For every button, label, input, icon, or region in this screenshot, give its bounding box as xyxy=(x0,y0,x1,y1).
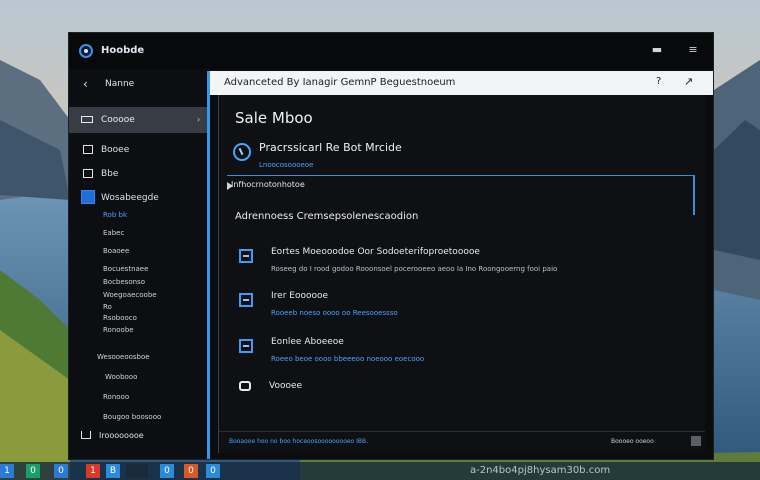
sidebar-subitem[interactable]: Woegoaecoobe xyxy=(103,291,157,299)
status-text[interactable]: Booaooe hoo no boo hoceoosooooooooeo IBB… xyxy=(229,438,368,445)
focused-option-box[interactable]: Infhocrnotonhotoe xyxy=(227,175,695,215)
folder-icon xyxy=(81,431,91,439)
app-title: Hoobde xyxy=(101,45,145,56)
group-title: Adrennoess Cremsepsolenescaodion xyxy=(235,211,419,222)
sidebar-item-active[interactable]: Cooooe › xyxy=(69,107,207,133)
help-icon[interactable]: ? xyxy=(656,76,661,87)
square-icon xyxy=(83,145,93,154)
settings-content: Sale Mboo Pracrssicarl Re Bot Mrcide Lno… xyxy=(218,95,705,453)
taskbar: 1 0 0 1 B 0 0 0 a-2n4bo4pj8hysam30b.com xyxy=(0,462,760,480)
sidebar-subitem[interactable]: Rsobooco xyxy=(103,314,137,322)
sidebar-subitem[interactable]: Ronooo xyxy=(103,393,129,401)
sidebar-subitem[interactable]: Eabec xyxy=(103,229,124,237)
menu-icon[interactable]: ≡ xyxy=(685,43,701,57)
main-header-title: Advanceted By Ianagir GemnP Beguestnoeum xyxy=(224,77,456,88)
feature-icon xyxy=(233,143,251,161)
main-panel: Advanceted By Ianagir GemnP Beguestnoeum… xyxy=(207,71,713,459)
minimize-icon[interactable]: ▬ xyxy=(649,43,665,57)
sidebar-item-1[interactable]: Bbe xyxy=(69,165,207,185)
chevron-right-icon: › xyxy=(197,115,201,124)
section-title: Sale Mboo xyxy=(235,109,313,127)
sidebar-subitem[interactable]: Boaoee xyxy=(103,247,129,255)
sidebar-subitem[interactable]: Bougoo boosooo xyxy=(103,413,161,421)
expand-icon[interactable]: ↗ xyxy=(684,75,693,88)
sidebar-bottom-item[interactable]: Iroooooooe xyxy=(69,427,207,451)
sidebar-bottom-label: Iroooooooe xyxy=(99,431,144,440)
sidebar-item-label: Wosabeegde xyxy=(101,193,159,203)
app-window: Hoobde ▬ ≡ ‹ Nanne Cooooe › Booee Bbe Wo… xyxy=(68,32,714,460)
setting-row-title[interactable]: Irer Eoooooe xyxy=(271,291,328,301)
setting-row-icon xyxy=(239,339,253,353)
title-bar: Hoobde ▬ ≡ xyxy=(69,33,713,69)
setting-row-desc: Rooeeb noeso oooo oo Reesooessso xyxy=(271,309,398,317)
setting-row-icon xyxy=(239,293,253,307)
blue-square-icon xyxy=(81,190,95,204)
sidebar-back-label: Nanne xyxy=(105,79,135,89)
taskbar-app-icon[interactable]: 1 xyxy=(86,464,100,478)
setting-row-title[interactable]: Eonlee Aboeeoe xyxy=(271,337,344,347)
sidebar-item-0[interactable]: Booee xyxy=(69,141,207,161)
taskbar-app-icon[interactable]: 0 xyxy=(184,464,198,478)
setting-row-desc: Roeeo beoe oooo bbeeeoo noeooo eoecooo xyxy=(271,355,425,363)
sidebar-subitem[interactable]: Bocuestnaee xyxy=(103,265,148,273)
setting-row-desc: Roseeg do I rood godoo Rooonsoel poceroo… xyxy=(271,265,558,273)
sidebar-subitem[interactable]: Ro xyxy=(103,303,112,311)
watermark-text: a-2n4bo4pj8hysam30b.com xyxy=(470,465,611,476)
sidebar-item-label: Bbe xyxy=(101,169,119,179)
sidebar: ‹ Nanne Cooooe › Booee Bbe Wosabeegde Ro… xyxy=(69,69,207,459)
sidebar-subitem[interactable]: Rob bk xyxy=(103,211,127,219)
taskbar-app-icon[interactable]: 0 xyxy=(206,464,220,478)
sidebar-subitem[interactable]: Wesooeoosboe xyxy=(97,353,150,361)
sidebar-item-label: Booee xyxy=(101,145,130,155)
focused-option-label: Infhocrnotonhotoe xyxy=(231,180,305,189)
main-header: Advanceted By Ianagir GemnP Beguestnoeum… xyxy=(210,71,713,95)
setting-row-icon xyxy=(239,249,253,263)
app-logo-icon xyxy=(79,44,93,58)
sidebar-subitem[interactable]: Ronoobe xyxy=(103,326,134,334)
taskbar-app-icon[interactable] xyxy=(126,464,148,478)
sidebar-subitem[interactable]: Bocbesonso xyxy=(103,278,145,286)
status-right-text: Boooeo ooeoo xyxy=(611,438,654,445)
feature-title: Pracrssicarl Re Bot Mrcide xyxy=(259,141,402,154)
box-icon xyxy=(239,381,251,391)
file-icon xyxy=(83,169,93,178)
status-bar: Booaooe hoo no boo hoceoosooooooooeo IBB… xyxy=(219,431,705,451)
taskbar-app-icon[interactable]: 0 xyxy=(26,464,40,478)
sidebar-item-label: Cooooe xyxy=(101,115,135,125)
sidebar-item-2[interactable]: Wosabeegde xyxy=(69,189,207,209)
back-arrow-icon: ‹ xyxy=(83,77,88,91)
taskbar-app-icon[interactable]: 1 xyxy=(0,464,14,478)
sidebar-back[interactable]: ‹ Nanne xyxy=(69,69,207,99)
setting-row-title[interactable]: Eortes Moeooodoe Oor Sodoeterifoproetooo… xyxy=(271,247,480,257)
taskbar-app-icon[interactable]: 0 xyxy=(54,464,68,478)
setting-row-title[interactable]: Voooee xyxy=(269,381,302,391)
sidebar-subitem[interactable]: Woobooo xyxy=(105,373,137,381)
feature-link[interactable]: Lnoocosoooeoe xyxy=(259,161,313,169)
taskbar-app-icon[interactable]: 0 xyxy=(160,464,174,478)
monitor-icon xyxy=(81,116,93,123)
taskbar-app-icon[interactable]: B xyxy=(106,464,120,478)
resize-grip-icon[interactable] xyxy=(691,436,701,446)
